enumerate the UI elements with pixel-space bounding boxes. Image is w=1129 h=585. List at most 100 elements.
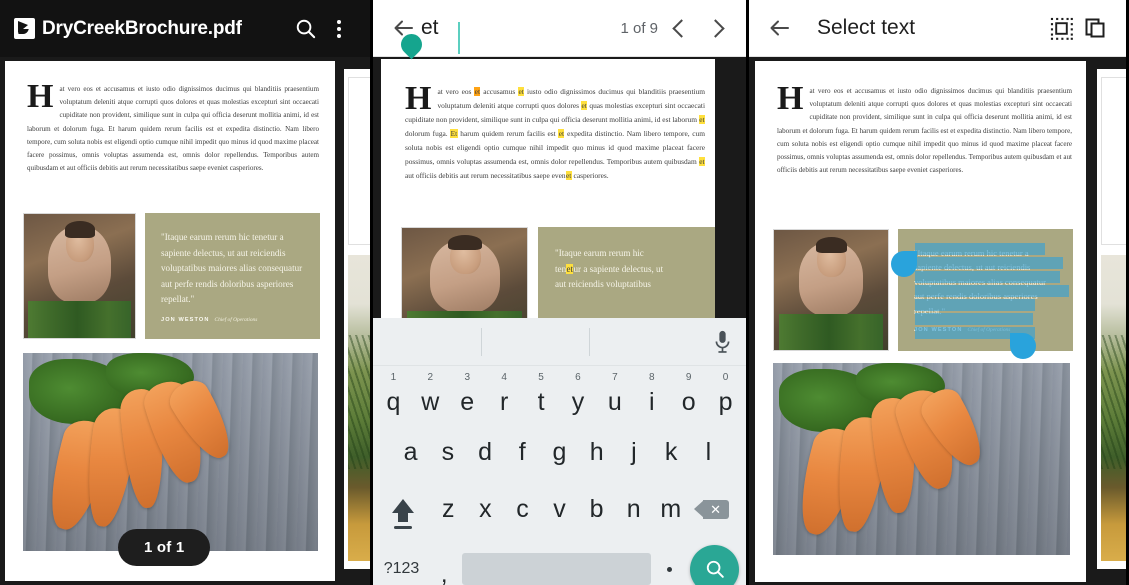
key-letter: p — [718, 387, 733, 416]
keyboard-row-1[interactable]: 1q2w3e4r5t6y7u8i9o0p — [373, 366, 746, 424]
search-fab — [690, 544, 740, 585]
selection-start-handle[interactable] — [891, 251, 917, 277]
suggestion-slot-2[interactable] — [480, 327, 590, 356]
microphone-icon[interactable] — [698, 330, 746, 354]
quote-line-1: "Itaque earum rerum hic — [555, 248, 644, 258]
match-highlight: et — [558, 129, 565, 138]
keyboard-search-key[interactable] — [688, 538, 742, 585]
match-highlight: et — [581, 101, 588, 110]
body-text: at vero eos et accusamus et iusto odio d… — [777, 87, 1072, 175]
search-input[interactable] — [421, 16, 621, 40]
key-e[interactable]: 3e — [449, 366, 486, 424]
keyboard-row-3[interactable]: zxcvbnm ✕ — [373, 480, 746, 538]
quote-line-2b: ur a sapiente delectus, ut — [573, 263, 664, 274]
body-paragraph: Hat vero eos et accusamus et iusto odio … — [405, 80, 705, 183]
key-r[interactable]: 4r — [486, 366, 523, 424]
key-a[interactable]: a — [392, 424, 429, 480]
key-i[interactable]: 8i — [633, 366, 670, 424]
period-key[interactable] — [651, 538, 687, 585]
key-v[interactable]: v — [541, 480, 578, 538]
suggestion-slot-1[interactable] — [373, 328, 481, 356]
selection-highlight — [915, 243, 1045, 255]
selection-end-handle[interactable] — [1010, 333, 1036, 359]
key-number-hint: 7 — [612, 372, 618, 383]
next-page-preview[interactable] — [1097, 69, 1126, 569]
suggestion-slot-3[interactable] — [589, 327, 698, 356]
key-p[interactable]: 0p — [707, 366, 744, 424]
key-letter: i — [648, 387, 655, 416]
key-d[interactable]: d — [466, 424, 503, 480]
key-o[interactable]: 9o — [670, 366, 707, 424]
key-k[interactable]: k — [653, 424, 690, 480]
space-key[interactable] — [462, 538, 652, 585]
quote-line-2a: ten — [555, 263, 567, 274]
quote-text: "Itaque earum rerum hic tenetur a sapien… — [161, 232, 303, 304]
key-t[interactable]: 5t — [523, 366, 560, 424]
key-letter: o — [681, 387, 696, 416]
attribution-role: Chief of Operations — [214, 316, 258, 323]
select-all-icon[interactable] — [1044, 11, 1078, 45]
keyboard-row-2[interactable]: asdfghjkl — [373, 424, 746, 480]
backspace-key[interactable]: ✕ — [689, 480, 743, 538]
key-s[interactable]: s — [429, 424, 466, 480]
key-q[interactable]: 1q — [375, 366, 412, 424]
comma-glyph: , — [440, 561, 448, 585]
chevron-left-icon[interactable] — [664, 11, 698, 45]
document-page[interactable]: Hat vero eos et accusamus et iusto odio … — [5, 61, 335, 581]
backspace-icon: ✕ — [694, 499, 730, 519]
key-z[interactable]: z — [430, 480, 467, 538]
drop-cap: H — [27, 78, 54, 115]
key-n[interactable]: n — [615, 480, 652, 538]
drop-cap: H — [405, 80, 432, 117]
key-number-hint: 2 — [427, 372, 434, 383]
symbols-key[interactable]: ?123 — [377, 538, 426, 585]
portrait-photo — [23, 213, 136, 339]
comma-key[interactable]: , — [426, 538, 462, 585]
search-icon[interactable] — [288, 12, 322, 46]
key-letter: r — [499, 387, 509, 416]
panel-select-text: Select text H at vero eos et accusamus e… — [749, 0, 1126, 585]
panel3-document-canvas[interactable]: Hat vero eos et accusamus et iusto odio … — [749, 57, 1126, 585]
man-hair — [448, 235, 482, 251]
key-x[interactable]: x — [467, 480, 504, 538]
key-l[interactable]: l — [690, 424, 727, 480]
back-arrow-icon[interactable] — [763, 11, 797, 45]
key-g[interactable]: g — [541, 424, 578, 480]
key-c[interactable]: c — [504, 480, 541, 538]
more-vertical-icon[interactable] — [322, 12, 356, 46]
next-page-preview[interactable] — [344, 69, 370, 569]
shift-key[interactable] — [376, 480, 430, 538]
pull-quote: "Itaque earum rerum hic tenetur a sapien… — [145, 213, 320, 339]
body-text: at vero eos et accusamus et iusto odio d… — [27, 85, 319, 173]
keyboard-row-4[interactable]: ?123 , — [373, 538, 746, 585]
body-paragraph: Hat vero eos et accusamus et iusto odio … — [27, 78, 319, 175]
panel3-app-bar: Select text — [749, 0, 1126, 57]
key-f[interactable]: f — [504, 424, 541, 480]
document-page[interactable]: Hat vero eos et accusamus et iusto odio … — [755, 61, 1086, 582]
overflow-dots — [337, 19, 341, 38]
preview-text-area — [1101, 77, 1126, 245]
text-caret — [458, 22, 460, 54]
panel1-document-canvas[interactable]: Hat vero eos et accusamus et iusto odio … — [0, 57, 370, 585]
on-screen-keyboard[interactable]: 1q2w3e4r5t6y7u8i9o0p asdfghjkl zxcvbnm ✕… — [373, 318, 746, 585]
key-u[interactable]: 7u — [596, 366, 633, 424]
key-y[interactable]: 6y — [560, 366, 597, 424]
search-field-wrapper[interactable] — [421, 16, 621, 54]
prev-match-glyph — [671, 18, 691, 38]
key-w[interactable]: 2w — [412, 366, 449, 424]
copy-icon[interactable] — [1078, 11, 1112, 45]
body-text-with-matches: at vero eos et accusamus et iusto odio d… — [405, 87, 705, 180]
key-j[interactable]: j — [615, 424, 652, 480]
key-h[interactable]: h — [578, 424, 615, 480]
next-match-glyph — [705, 18, 725, 38]
quote-text-partial: "Itaque earum rerum hic tenetur a sapien… — [555, 246, 701, 293]
man-hair — [65, 221, 96, 238]
panel1-app-bar: DryCreekBrochure.pdf — [0, 0, 370, 57]
key-letter: y — [571, 387, 585, 416]
key-number-hint: 3 — [464, 372, 471, 383]
key-b[interactable]: b — [578, 480, 615, 538]
key-number-hint: 4 — [501, 372, 507, 383]
key-m[interactable]: m — [652, 480, 689, 538]
preview-text-area — [348, 77, 370, 245]
chevron-right-icon[interactable] — [698, 11, 732, 45]
